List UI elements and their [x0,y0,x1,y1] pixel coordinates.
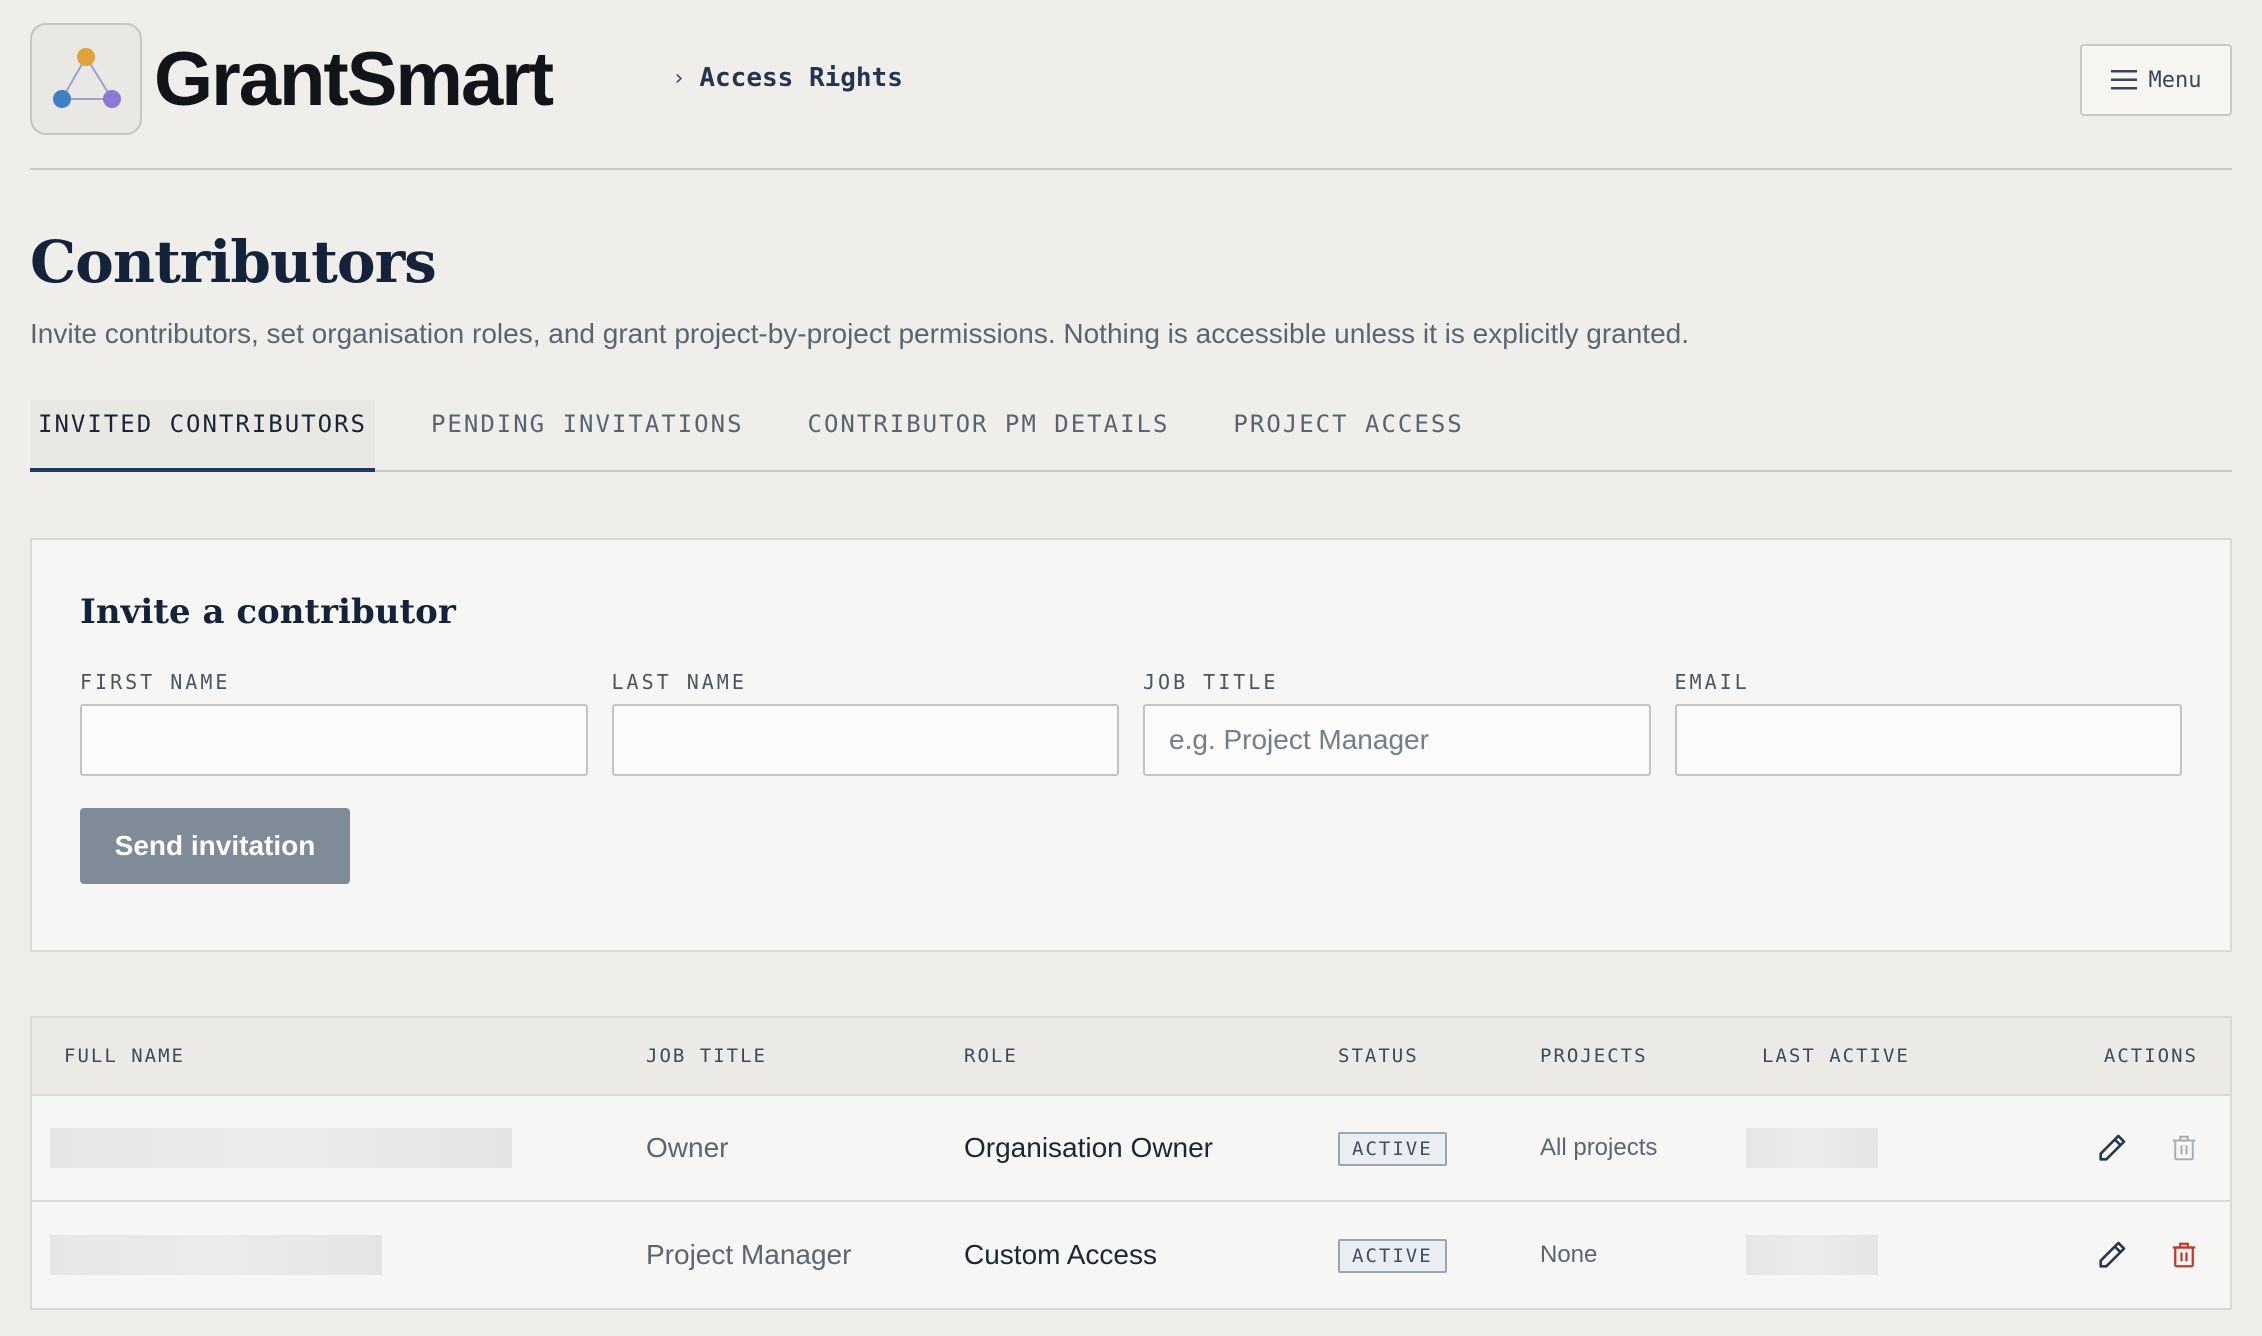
tab-pending-invitations[interactable]: PENDING INVITATIONS [423,400,752,472]
job-title-cell: Owner [646,1132,729,1163]
first-name-input[interactable] [80,704,588,776]
job-title-cell: Project Manager [646,1239,852,1270]
column-header-role[interactable]: ROLE [964,1045,1338,1067]
edit-button[interactable] [2094,1237,2130,1273]
status-badge: ACTIVE [1338,1132,1447,1166]
email-group: EMAIL [1674,670,2182,776]
status-cell: ACTIVE [1338,1237,1540,1273]
top-bar: GrantSmart › Access Rights Menu [30,0,2232,170]
logo[interactable] [30,23,142,135]
table-row[interactable]: Owner Organisation Owner ACTIVE All proj… [32,1096,2230,1202]
chevron-right-icon: › [672,65,686,91]
redacted-last-active [1746,1128,1878,1168]
last-name-group: LAST NAME [611,670,1119,776]
invite-card: Invite a contributor FIRST NAME LAST NAM… [30,538,2232,952]
menu-label: Menu [2148,67,2202,93]
column-header-projects[interactable]: PROJECTS [1540,1045,1762,1067]
last-active-cell [1746,1128,2044,1168]
trash-icon [2172,1242,2196,1268]
redacted-name [50,1235,382,1275]
page: GrantSmart › Access Rights Menu Contribu… [0,0,2262,1336]
projects-cell: All projects [1540,1134,1658,1161]
trash-icon [2172,1135,2196,1161]
invite-card-title: Invite a contributor [80,592,456,632]
role-cell: Custom Access [964,1239,1157,1270]
last-active-cell [1746,1235,2044,1275]
job-title-label: JOB TITLE [1143,670,1279,694]
invite-fields: FIRST NAME LAST NAME JOB TITLE EMAIL [80,670,2182,776]
page-subtitle: Invite contributors, set organisation ro… [30,318,1689,349]
send-invitation-button[interactable]: Send invitation [80,808,350,884]
redacted-last-active [1746,1235,1878,1275]
triangle-nodes-icon [53,48,121,108]
tab-invited-contributors[interactable]: INVITED CONTRIBUTORS [30,400,375,472]
full-name-cell [32,1235,646,1275]
status-badge: ACTIVE [1338,1239,1447,1273]
delete-button[interactable] [2166,1237,2202,1273]
column-header-status[interactable]: STATUS [1338,1045,1540,1067]
tab-bar: INVITED CONTRIBUTORS PENDING INVITATIONS… [30,400,2232,472]
row-actions [2044,1237,2230,1273]
column-header-last-active[interactable]: LAST ACTIVE [1762,1045,2044,1067]
edit-button[interactable] [2094,1130,2130,1166]
email-label: EMAIL [1674,670,1750,694]
breadcrumb-current[interactable]: Access Rights [699,63,903,93]
hamburger-icon [2110,70,2137,90]
redacted-name [50,1128,512,1168]
breadcrumb: › Access Rights [672,63,903,93]
full-name-cell [32,1128,646,1168]
tab-contributor-pm-details[interactable]: CONTRIBUTOR PM DETAILS [800,400,1178,472]
first-name-label: FIRST NAME [80,670,231,694]
menu-button[interactable]: Menu [2080,44,2232,116]
brand-name[interactable]: GrantSmart [154,36,554,123]
table-row[interactable]: Project Manager Custom Access ACTIVE Non… [32,1202,2230,1308]
pencil-icon [2099,1134,2126,1161]
pencil-icon [2099,1241,2126,1268]
job-title-group: JOB TITLE [1143,670,1651,776]
delete-button-disabled[interactable] [2166,1130,2202,1166]
column-header-actions: ACTIONS [2103,1045,2198,1067]
first-name-group: FIRST NAME [80,670,588,776]
column-header-full-name[interactable]: FULL NAME [32,1045,646,1067]
row-actions [2044,1130,2230,1166]
last-name-label: LAST NAME [611,670,747,694]
page-title: Contributors [30,228,437,296]
tab-project-access[interactable]: PROJECT ACCESS [1225,400,1471,472]
table-header: FULL NAME JOB TITLE ROLE STATUS PROJECTS… [32,1018,2230,1096]
role-cell: Organisation Owner [964,1132,1214,1163]
job-title-input[interactable] [1143,704,1651,776]
column-header-job-title[interactable]: JOB TITLE [646,1045,964,1067]
contributors-table: FULL NAME JOB TITLE ROLE STATUS PROJECTS… [30,1016,2232,1310]
email-input[interactable] [1674,704,2182,776]
status-cell: ACTIVE [1338,1130,1540,1166]
last-name-input[interactable] [611,704,1119,776]
projects-cell: None [1540,1241,1598,1268]
